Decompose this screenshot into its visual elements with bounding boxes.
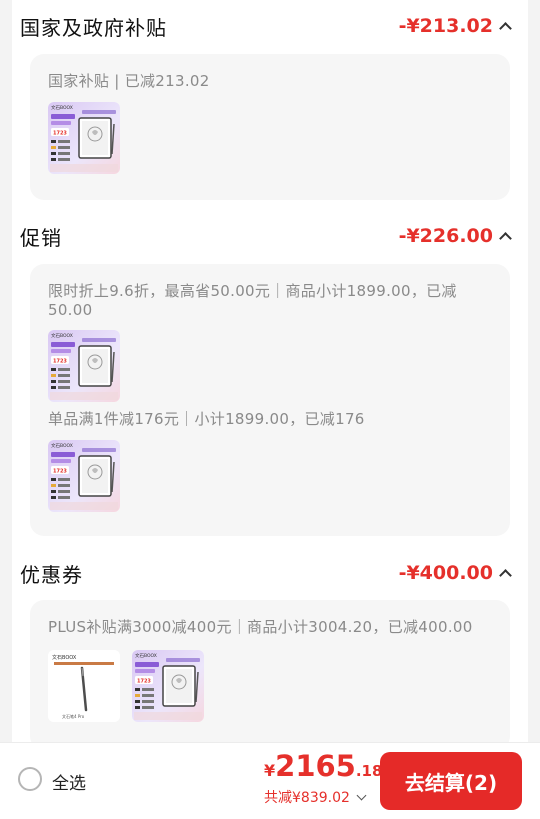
total-discount[interactable]: 共减¥839.02 bbox=[264, 787, 367, 807]
chevron-up-icon[interactable] bbox=[499, 22, 512, 35]
chevron-up-icon[interactable] bbox=[499, 232, 512, 245]
section-header-promotion[interactable]: 促销 -¥226.00 bbox=[20, 216, 512, 256]
section-amount: -¥213.02 bbox=[399, 15, 512, 37]
product-brand: 文石BOOX bbox=[51, 332, 73, 339]
coupon-desc: PLUS补贴满3000减400元｜商品小计3004.20，已减400.00 bbox=[48, 618, 473, 636]
chevron-up-icon[interactable] bbox=[499, 569, 512, 582]
subsidy-desc: 国家补贴 | 已减213.02 bbox=[48, 72, 210, 90]
product-brand: 文石BOOX bbox=[51, 442, 73, 449]
section-header-coupon[interactable]: 优惠券 -¥400.00 bbox=[20, 553, 512, 593]
promotion-desc-1: 限时折上9.6折，最高省50.00元｜商品小计1899.00，已减 bbox=[48, 282, 457, 300]
select-all-radio[interactable] bbox=[18, 767, 42, 791]
section-title: 国家及政府补贴 bbox=[20, 15, 167, 40]
pen-brand: 文石BOOX bbox=[52, 654, 77, 661]
product-thumbnail[interactable]: 文石BOOX 1723 bbox=[48, 102, 120, 174]
select-all-label[interactable]: 全选 bbox=[52, 769, 86, 794]
product-brand: 文石BOOX bbox=[135, 652, 157, 659]
product-price-tag: 1723 bbox=[137, 679, 151, 685]
product-price-tag: 1723 bbox=[53, 131, 67, 137]
checkout-button[interactable]: 去结算(2) bbox=[380, 752, 522, 810]
product-price-tag: 1723 bbox=[53, 359, 67, 365]
section-amount: -¥226.00 bbox=[399, 225, 512, 247]
pen-thumbnail[interactable]: 文石BOOX 文石笔4 Pro bbox=[48, 650, 120, 722]
section-amount: -¥400.00 bbox=[399, 562, 512, 584]
product-thumbnail[interactable]: 文石BOOX 1723 bbox=[48, 440, 120, 512]
chevron-down-icon bbox=[356, 790, 367, 800]
promotion-card: 限时折上9.6折，最高省50.00元｜商品小计1899.00，已减 50.00 … bbox=[30, 264, 510, 536]
total-price: ¥ 2165 .18 bbox=[264, 749, 383, 783]
coupon-card: PLUS补贴满3000减400元｜商品小计3004.20，已减400.00 文石… bbox=[30, 600, 510, 750]
product-price-tag: 1723 bbox=[53, 469, 67, 475]
pen-caption: 文石笔4 Pro bbox=[62, 713, 85, 719]
promotion-desc-1-cont: 50.00 bbox=[48, 301, 93, 319]
product-thumbnail[interactable]: 文石BOOX 1723 bbox=[48, 330, 120, 402]
subsidy-card: 国家补贴 | 已减213.02 文石BOOX 1723 bbox=[30, 54, 510, 200]
section-title: 优惠券 bbox=[20, 562, 83, 587]
section-title: 促销 bbox=[20, 225, 62, 250]
section-header-subsidy[interactable]: 国家及政府补贴 -¥213.02 bbox=[20, 6, 512, 46]
product-brand: 文石BOOX bbox=[51, 104, 73, 111]
product-thumbnail[interactable]: 文石BOOX 1723 bbox=[132, 650, 204, 722]
promotion-desc-2: 单品满1件减176元｜小计1899.00，已减176 bbox=[48, 410, 365, 428]
checkout-bar: 全选 ¥ 2165 .18 共减¥839.02 去结算(2) bbox=[0, 742, 540, 819]
